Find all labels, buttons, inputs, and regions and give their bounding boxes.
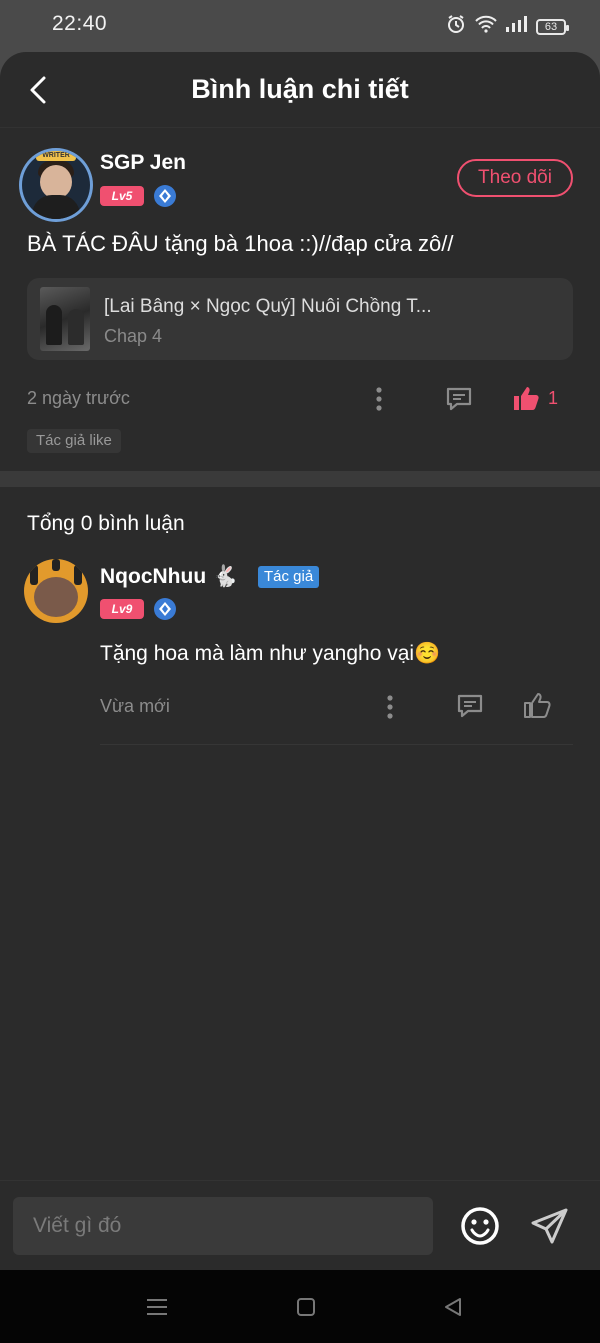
original-comment: WRITER SGP Jen Lv5 Theo dõi BÀ TÁC ĐÂU t… <box>0 128 600 473</box>
section-divider <box>0 471 600 487</box>
rabbit-icon: 🐇 <box>206 565 239 588</box>
more-button[interactable] <box>368 384 390 414</box>
comment-text: BÀ TÁC ĐÂU tặng bà 1hoa ::)//đạp cửa zô/… <box>27 231 454 256</box>
username[interactable]: SGP Jen <box>100 151 186 175</box>
home-button[interactable] <box>293 1294 319 1320</box>
system-nav-bar <box>0 1270 600 1343</box>
author-badge: Tác giả <box>258 566 320 588</box>
nav-back-icon <box>445 1298 461 1316</box>
like-button[interactable] <box>510 382 542 414</box>
like-icon <box>524 693 551 718</box>
battery-icon: 63 <box>536 18 569 35</box>
comment-count: Tổng 0 bình luận <box>27 512 185 535</box>
menu-button[interactable] <box>144 1294 170 1320</box>
avatar[interactable] <box>24 559 88 623</box>
more-button[interactable] <box>379 692 401 722</box>
comment-icon <box>457 694 483 718</box>
level-badge: Lv5 <box>100 186 144 206</box>
status-bar: 22:40 63 <box>0 0 600 52</box>
more-icon <box>387 695 393 719</box>
reply-time: Vừa mới <box>100 696 170 716</box>
status-icons: 63 <box>446 14 569 39</box>
like-button[interactable] <box>521 689 553 721</box>
comment-icon <box>446 387 472 411</box>
comment-input[interactable]: Viết gì đó <box>13 1197 433 1255</box>
like-icon <box>514 387 539 410</box>
signal-icon <box>506 16 528 37</box>
reply-username[interactable]: NqocNhuu 🐇 <box>100 565 238 589</box>
send-icon <box>531 1208 568 1244</box>
nav-back-button[interactable] <box>440 1294 466 1320</box>
wifi-icon <box>474 15 498 38</box>
status-time: 22:40 <box>52 12 108 35</box>
reply-text: Tặng hoa mà làm như yangho vại☺️ <box>100 642 441 665</box>
like-count: 1 <box>548 388 559 408</box>
story-card[interactable]: [Lai Bâng × Ngọc Quý] Nuôi Chồng T... Ch… <box>27 278 573 360</box>
home-icon <box>297 1298 315 1316</box>
reply-divider <box>100 744 573 745</box>
story-title: [Lai Bâng × Ngọc Quý] Nuôi Chồng T... <box>104 296 432 317</box>
writer-frame-icon: WRITER <box>36 151 76 161</box>
more-icon <box>376 387 382 411</box>
follow-button[interactable]: Theo dõi <box>457 159 573 197</box>
avatar[interactable]: WRITER <box>22 151 90 219</box>
emoji-icon <box>461 1207 499 1245</box>
level-icon <box>154 598 176 620</box>
level-icon <box>154 185 176 207</box>
comment-time: 2 ngày trước <box>27 388 130 408</box>
story-chapter: Chap 4 <box>104 326 163 346</box>
menu-icon <box>147 1299 167 1315</box>
header: Bình luận chi tiết <box>0 52 600 128</box>
send-button[interactable] <box>529 1205 571 1247</box>
emoji-button[interactable] <box>459 1205 501 1247</box>
alarm-icon <box>446 14 466 39</box>
comment-detail-sheet: Bình luận chi tiết WRITER SGP Jen Lv5 Th… <box>0 52 600 1270</box>
comment-input-bar: Viết gì đó <box>0 1180 600 1270</box>
author-liked-tag: Tác giả like <box>27 429 121 453</box>
reply-button[interactable] <box>454 690 486 722</box>
page-title: Bình luận chi tiết <box>191 74 409 104</box>
story-thumbnail <box>40 287 90 351</box>
level-badge: Lv9 <box>100 599 144 619</box>
reply-button[interactable] <box>443 383 475 415</box>
